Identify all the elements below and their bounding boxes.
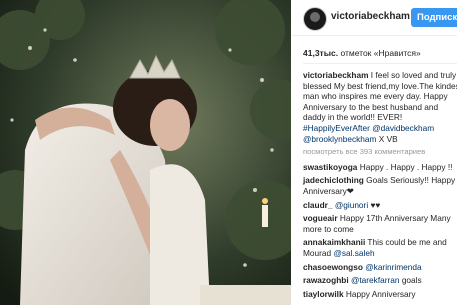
comment: swastikoyoga Happy . Happy . Happy !! <box>303 162 457 173</box>
comment-username[interactable]: annakaimkhanii <box>303 237 365 247</box>
comment: jadechiclothing Goals Seriously!! Happy … <box>303 175 457 196</box>
follow-button[interactable]: Подписка <box>411 8 457 27</box>
post-photo[interactable] <box>0 0 291 305</box>
comment-mention[interactable]: @giunori <box>335 200 368 210</box>
comment-mention[interactable]: @sal.saleh <box>333 248 374 258</box>
comment-username[interactable]: tiaylorwilk <box>303 289 344 299</box>
likes-label: отметок «Нравится» <box>340 48 421 58</box>
comment-username[interactable]: chasoewongso <box>303 262 363 272</box>
likes-number: 41,3тыс. <box>303 48 339 58</box>
comment-username[interactable]: swastikoyoga <box>303 162 357 172</box>
caption: victoriabeckham I feel so loved and trul… <box>303 70 457 144</box>
post-header: victoriabeckham Подписка <box>291 0 457 36</box>
comment-mention[interactable]: @tarekfarran <box>351 275 400 285</box>
comment-mention[interactable]: @karinrimenda <box>365 262 421 272</box>
comment: annakaimkhanii This could be me and Mour… <box>303 237 457 258</box>
comment-text: Happy Anniversary <box>345 288 416 299</box>
caption-tail: X VB <box>378 133 398 144</box>
caption-username[interactable]: victoriabeckham <box>303 70 368 80</box>
likes-count[interactable]: 41,3тыс. отметок «Нравится» <box>303 48 421 58</box>
comment-username[interactable]: jadechiclothing <box>303 175 364 185</box>
comment-username[interactable]: rawazoghbi <box>303 275 349 285</box>
comment: chasoewongso @karinrimenda <box>303 262 457 273</box>
comment-text: ♥♥ <box>370 199 381 210</box>
wedding-photo <box>0 0 291 305</box>
comment-username[interactable]: vogueair <box>303 213 338 223</box>
comment: tiaylorwilk Happy Anniversary <box>303 289 457 300</box>
comment: rawazoghbi @tarekfarran goals <box>303 275 457 286</box>
post-side-panel: victoriabeckham Подписка 41,3тыс. отмето… <box>291 0 457 305</box>
hashtag-link[interactable]: #HappilyEverAfter <box>303 123 370 133</box>
comments-list: victoriabeckham I feel so loved and trul… <box>303 70 457 302</box>
comment: vogueair Happy 17th Anniversary Many mor… <box>303 213 457 234</box>
mention-link[interactable]: @brooklynbeckham <box>303 134 376 144</box>
avatar[interactable] <box>303 7 327 31</box>
comment-username[interactable]: claudr_ <box>303 200 333 210</box>
comment-text: goals <box>401 275 422 286</box>
view-all-comments-link[interactable]: посмотреть все 393 комментариев <box>303 147 457 158</box>
comment: claudr_ @giunori ♥♥ <box>303 200 457 211</box>
username-link[interactable]: victoriabeckham <box>331 11 410 22</box>
comment-text: Happy . Happy . Happy !! <box>359 161 453 172</box>
mention-link[interactable]: @davidbeckham <box>372 123 434 133</box>
divider <box>303 63 457 64</box>
